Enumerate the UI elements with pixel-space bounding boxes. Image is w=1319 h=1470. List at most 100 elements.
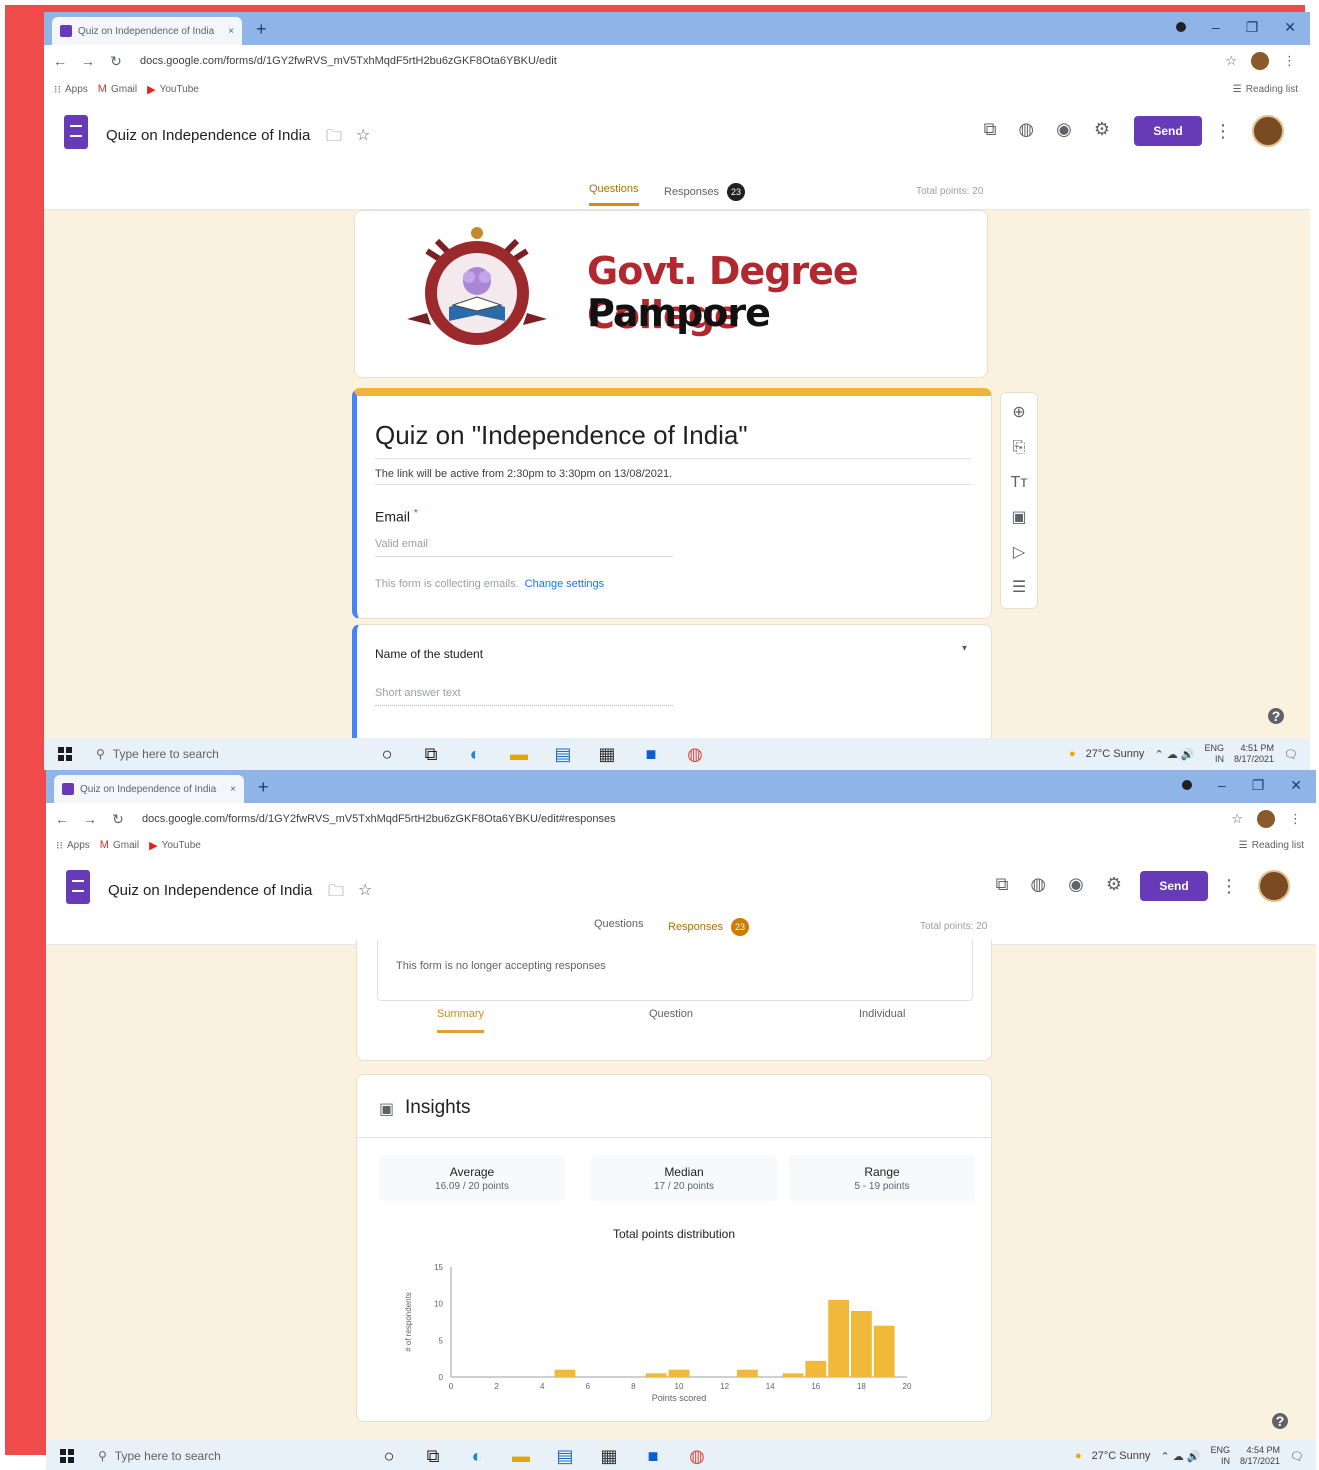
close-icon[interactable]: ✕ <box>1284 19 1296 36</box>
add-title-icon[interactable]: Tт <box>1010 473 1027 493</box>
task-view-icon[interactable]: ⧉ <box>422 1446 444 1467</box>
add-video-icon[interactable]: ▷ <box>1013 543 1025 563</box>
send-button[interactable]: Send <box>1134 116 1202 146</box>
notifications-icon[interactable]: 🗨 <box>1290 1450 1304 1463</box>
folder-icon[interactable]: 🗀 <box>326 125 342 152</box>
change-settings-link[interactable]: Change settings <box>525 578 605 590</box>
palette-icon[interactable]: ◍ <box>1030 874 1046 895</box>
forward-icon[interactable]: → <box>76 53 100 69</box>
windows-start-icon[interactable] <box>60 1449 74 1463</box>
taskbar-search[interactable]: ⚲ Type here to search <box>96 747 346 761</box>
new-tab-button[interactable]: + <box>258 777 269 798</box>
store-icon[interactable]: ▤ <box>554 1446 576 1467</box>
add-question-icon[interactable]: ⊕ <box>1012 403 1025 423</box>
more-options-icon[interactable]: ⋮ <box>1214 121 1232 142</box>
quiz-title[interactable]: Quiz on "Independence of India" <box>375 420 748 451</box>
bookmark-star-icon[interactable]: ☆ <box>1225 53 1237 69</box>
reading-list[interactable]: ☰ Reading list <box>1233 84 1298 95</box>
form-doc-title[interactable]: Quiz on Independence of India <box>108 882 312 899</box>
tab-questions[interactable]: Questions <box>589 183 639 206</box>
app-blue-icon[interactable]: ■ <box>642 1446 664 1467</box>
cortana-icon[interactable]: ○ <box>378 1446 400 1467</box>
help-icon[interactable]: ? <box>1268 708 1284 724</box>
browser-menu-icon[interactable]: ⋮ <box>1283 53 1296 69</box>
folder-icon[interactable]: 🗀 <box>328 880 344 907</box>
tab-responses[interactable]: Responses 23 <box>664 183 746 209</box>
url-field[interactable]: docs.google.com/forms/d/1GY2fwRVS_mV5Txh… <box>140 55 1225 67</box>
question-title[interactable]: Name of the student <box>375 647 483 661</box>
more-options-icon[interactable]: ⋮ <box>1220 876 1238 897</box>
url-field[interactable]: docs.google.com/forms/d/1GY2fwRVS_mV5Txh… <box>142 813 1231 825</box>
tray-icons[interactable]: ⌃ ☁ 🔊 <box>1160 1450 1200 1463</box>
record-icon[interactable] <box>1175 22 1186 32</box>
chevron-down-icon[interactable]: ▾ <box>962 643 967 654</box>
forms-doc-icon[interactable] <box>66 870 90 904</box>
taskbar-search[interactable]: ⚲ Type here to search <box>98 1449 348 1463</box>
reload-icon[interactable]: ↻ <box>106 811 130 828</box>
profile-avatar[interactable] <box>1257 810 1275 828</box>
addon-puzzle-icon[interactable]: ⧉ <box>984 119 997 140</box>
clock[interactable]: 4:51 PM 8/17/2021 <box>1234 743 1274 765</box>
form-doc-title[interactable]: Quiz on Independence of India <box>106 127 310 144</box>
bookmark-youtube[interactable]: ▶ YouTube <box>149 839 201 852</box>
user-avatar[interactable] <box>1252 115 1284 147</box>
quiz-description[interactable]: The link will be active from 2:30pm to 3… <box>375 468 672 480</box>
tab-close-icon[interactable]: × <box>228 26 234 37</box>
new-tab-button[interactable]: + <box>256 19 267 40</box>
language-indicator[interactable]: ENG IN <box>1204 743 1224 765</box>
tray-icons[interactable]: ⌃ ☁ 🔊 <box>1154 748 1194 761</box>
reading-list[interactable]: ☰ Reading list <box>1239 840 1304 851</box>
restore-icon[interactable]: ❐ <box>1246 19 1259 36</box>
windows-start-icon[interactable] <box>58 747 72 761</box>
preview-eye-icon[interactable]: ◉ <box>1056 119 1072 140</box>
subtab-individual[interactable]: Individual <box>859 1008 905 1030</box>
task-view-icon[interactable]: ⧉ <box>420 744 442 765</box>
briefcase-icon[interactable]: ▦ <box>598 1446 620 1467</box>
browser-menu-icon[interactable]: ⋮ <box>1289 811 1302 827</box>
weather-text[interactable]: 27°C Sunny <box>1086 748 1145 760</box>
edge-icon[interactable]: ◐ <box>464 744 486 765</box>
store-icon[interactable]: ▤ <box>552 744 574 765</box>
forms-doc-icon[interactable] <box>64 115 88 149</box>
chrome-icon[interactable]: ◍ <box>684 744 706 765</box>
add-section-icon[interactable]: ☰ <box>1012 578 1026 598</box>
close-icon[interactable]: ✕ <box>1290 777 1302 794</box>
back-icon[interactable]: ← <box>48 53 72 69</box>
user-avatar[interactable] <box>1258 870 1290 902</box>
restore-icon[interactable]: ❐ <box>1252 777 1265 794</box>
cortana-icon[interactable]: ○ <box>376 744 398 765</box>
add-image-icon[interactable]: ▣ <box>1011 508 1026 528</box>
forward-icon[interactable]: → <box>78 811 102 827</box>
app-blue-icon[interactable]: ■ <box>640 744 662 765</box>
preview-eye-icon[interactable]: ◉ <box>1068 874 1084 895</box>
bookmark-gmail[interactable]: M Gmail <box>98 83 137 95</box>
back-icon[interactable]: ← <box>50 811 74 827</box>
file-explorer-icon[interactable]: ▬ <box>508 744 530 765</box>
bookmark-apps[interactable]: ⁝⁝ Apps <box>54 83 88 96</box>
edge-icon[interactable]: ◐ <box>466 1446 488 1467</box>
browser-tab[interactable]: Quiz on Independence of India × <box>52 17 242 45</box>
help-icon[interactable]: ? <box>1272 1413 1288 1429</box>
star-icon[interactable]: ☆ <box>358 880 372 907</box>
import-questions-icon[interactable]: ⎘ <box>1013 438 1026 458</box>
tab-close-icon[interactable]: × <box>230 784 236 795</box>
settings-gear-icon[interactable]: ⚙ <box>1094 119 1110 140</box>
subtab-question[interactable]: Question <box>649 1008 693 1030</box>
bookmark-youtube[interactable]: ▶ YouTube <box>147 83 199 96</box>
palette-icon[interactable]: ◍ <box>1018 119 1034 140</box>
addon-puzzle-icon[interactable]: ⧉ <box>996 874 1009 895</box>
minimize-icon[interactable]: – <box>1212 19 1220 36</box>
settings-gear-icon[interactable]: ⚙ <box>1106 874 1122 895</box>
browser-tab[interactable]: Quiz on Independence of India × <box>54 775 244 803</box>
chrome-icon[interactable]: ◍ <box>686 1446 708 1467</box>
star-icon[interactable]: ☆ <box>356 125 370 152</box>
tab-questions[interactable]: Questions <box>594 918 644 938</box>
email-field[interactable]: Valid email <box>375 538 673 557</box>
subtab-summary[interactable]: Summary <box>437 1008 485 1033</box>
profile-avatar[interactable] <box>1251 52 1269 70</box>
reload-icon[interactable]: ↻ <box>104 53 128 70</box>
bookmark-star-icon[interactable]: ☆ <box>1231 811 1243 827</box>
briefcase-icon[interactable]: ▦ <box>596 744 618 765</box>
bookmark-gmail[interactable]: M Gmail <box>100 839 139 851</box>
language-indicator[interactable]: ENG IN <box>1210 1445 1230 1467</box>
